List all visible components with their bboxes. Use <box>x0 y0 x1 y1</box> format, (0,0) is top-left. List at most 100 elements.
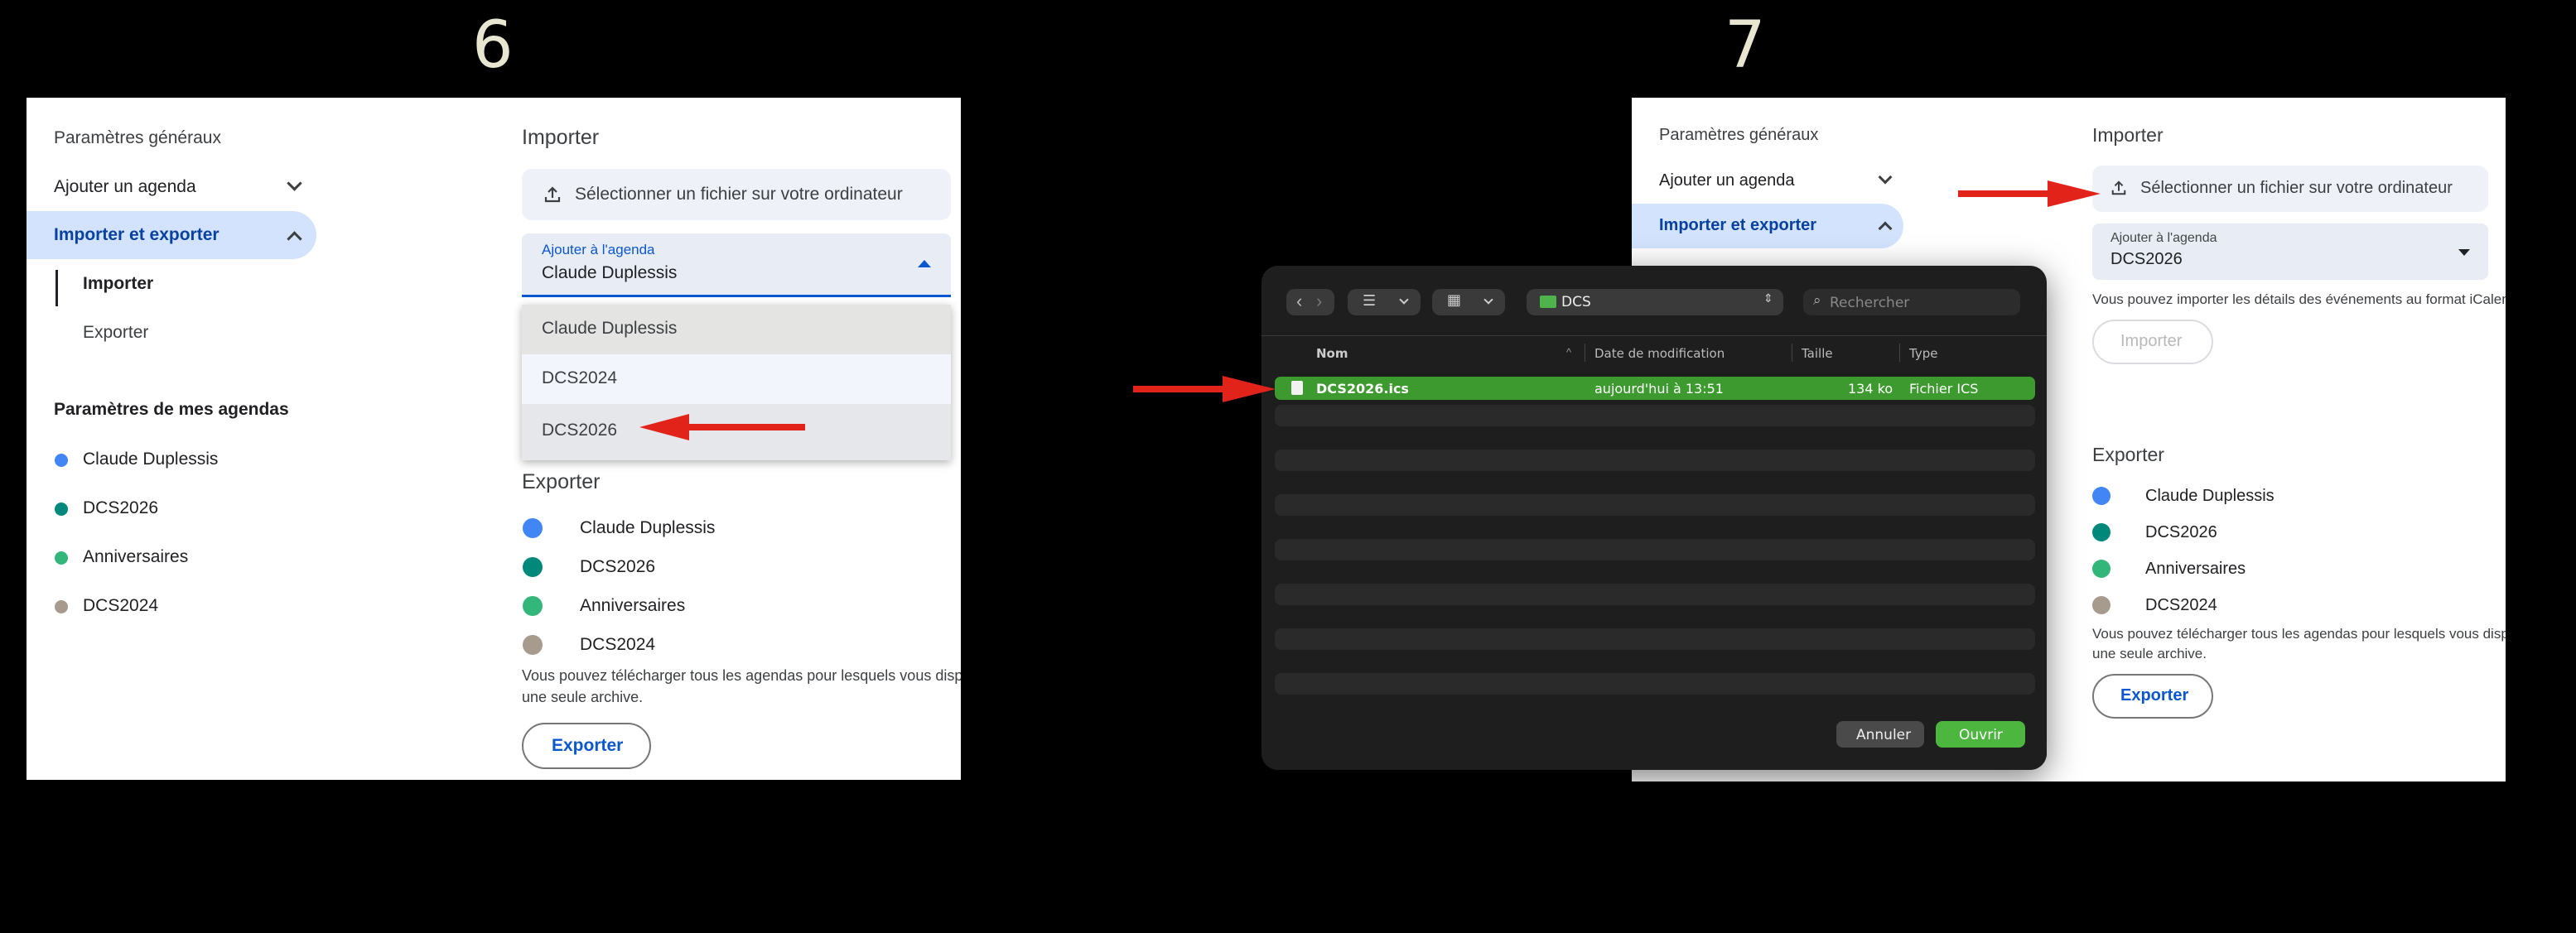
export-note: Vous pouvez télécharger tous les agendas… <box>2092 626 2506 642</box>
red-arrow-icon <box>639 414 805 440</box>
export-note: Vous pouvez télécharger tous les agendas… <box>522 667 961 684</box>
empty-row <box>1275 673 2035 695</box>
folder-name: DCS <box>1561 294 1591 310</box>
column-header-modified[interactable]: Date de modification <box>1594 346 1725 361</box>
export-calendar-claude[interactable]: Claude Duplessis <box>2145 487 2275 506</box>
calendar-select[interactable]: Ajouter à l'agenda DCS2026 <box>2092 224 2488 280</box>
grid-view-button[interactable]: ▦ <box>1432 289 1505 315</box>
step-number-6: 6 <box>472 8 514 83</box>
cancel-button[interactable]: Annuler <box>1836 721 1924 748</box>
red-arrow-icon <box>1133 376 1276 402</box>
export-calendar-anniversaires[interactable]: Anniversaires <box>2145 560 2246 579</box>
export-calendar-dcs2024[interactable]: DCS2024 <box>580 635 655 655</box>
back-forward-buttons[interactable]: ‹ › <box>1286 289 1334 315</box>
calendar-color-dot <box>2092 523 2110 541</box>
calendar-color-dot <box>523 596 543 616</box>
list-icon: ☰ <box>1363 292 1377 309</box>
sort-chevron-icon: ^ <box>1566 346 1572 358</box>
nav-add-calendar[interactable]: Ajouter un agenda <box>1659 171 1794 190</box>
chevron-right-icon[interactable]: › <box>1316 291 1322 312</box>
export-calendar-dcs2024[interactable]: DCS2024 <box>2145 596 2217 615</box>
nav-import[interactable]: Importer <box>83 274 153 294</box>
calendar-color-dot <box>2092 560 2110 578</box>
column-header-name[interactable]: Nom <box>1316 346 1348 361</box>
column-divider <box>1899 344 1900 362</box>
empty-row <box>1275 450 2035 471</box>
dropdown-option-dcs2024[interactable]: DCS2024 <box>522 354 951 404</box>
folder-location-popup[interactable]: DCS ⇕ <box>1527 289 1783 315</box>
select-file-button[interactable]: Sélectionner un fichier sur votre ordina… <box>2092 166 2488 212</box>
export-calendar-anniversaires[interactable]: Anniversaires <box>580 596 685 616</box>
nav-general-settings[interactable]: Paramètres généraux <box>54 128 221 148</box>
caret-down-icon <box>2458 249 2470 256</box>
open-button[interactable]: Ouvrir <box>1936 721 2025 748</box>
calendar-color-dot <box>523 518 543 538</box>
sidebar-calendar-anniversaires[interactable]: Anniversaires <box>83 547 188 567</box>
active-indicator <box>55 270 58 306</box>
grid-icon: ▦ <box>1447 291 1462 308</box>
dropdown-option-claude[interactable]: Claude Duplessis <box>522 305 951 354</box>
dropdown-option-label: DCS2026 <box>542 421 618 440</box>
red-arrow-icon <box>1958 180 2101 207</box>
sidebar-calendar-claude[interactable]: Claude Duplessis <box>83 450 218 469</box>
import-button-label: Importer <box>2120 332 2183 350</box>
export-calendar-dcs2026[interactable]: DCS2026 <box>580 557 655 577</box>
file-open-dialog: ‹ › ☰ ▦ DCS ⇕ ⌕ Rechercher Nom ^ Date de… <box>1261 266 2047 770</box>
empty-row <box>1275 539 2035 560</box>
chevron-left-icon[interactable]: ‹ <box>1296 291 1302 312</box>
select-file-label: Sélectionner un fichier sur votre ordina… <box>2140 179 2453 197</box>
calendar-select-label: Ajouter à l'agenda <box>2110 231 2217 245</box>
calendar-color-dot <box>523 557 543 577</box>
file-size: 134 ko <box>1848 381 1893 397</box>
calendar-color-dot <box>55 551 68 565</box>
column-header-type[interactable]: Type <box>1909 346 1937 361</box>
chevron-down-icon <box>287 176 302 191</box>
calendar-color-dot <box>55 503 68 516</box>
dropdown-option-label: DCS2024 <box>542 368 618 387</box>
settings-panel-step6: Paramètres généraux Ajouter un agenda Im… <box>27 98 961 780</box>
chevron-down-icon <box>1878 170 1893 185</box>
export-note-2: une seule archive. <box>2092 646 2207 661</box>
dropdown-option-label: Claude Duplessis <box>542 319 678 338</box>
nav-add-calendar[interactable]: Ajouter un agenda <box>54 177 196 197</box>
calendar-select-value: Claude Duplessis <box>542 263 678 282</box>
document-icon <box>1291 381 1303 395</box>
file-row-selected[interactable]: DCS2026.ics aujourd'hui à 13:51 134 ko F… <box>1275 377 2035 400</box>
import-heading: Importer <box>522 126 600 149</box>
chevron-down-icon <box>1483 295 1493 305</box>
export-heading: Exporter <box>2092 444 2164 465</box>
import-note: Vous pouvez importer les détails des évé… <box>2092 291 2506 307</box>
select-file-label: Sélectionner un fichier sur votre ordina… <box>575 185 903 204</box>
nav-import-export-label: Importer et exporter <box>54 225 219 244</box>
sidebar-calendar-dcs2026[interactable]: DCS2026 <box>83 498 158 518</box>
export-button[interactable]: Exporter <box>522 723 651 769</box>
nav-export[interactable]: Exporter <box>83 323 148 343</box>
my-calendars-heading: Paramètres de mes agendas <box>54 400 289 419</box>
calendar-color-dot <box>2092 596 2110 614</box>
cancel-button-label: Annuler <box>1856 727 1912 743</box>
upload-icon <box>544 186 561 203</box>
search-placeholder: Rechercher <box>1830 295 1910 311</box>
empty-row <box>1275 584 2035 605</box>
export-calendar-dcs2026[interactable]: DCS2026 <box>2145 523 2217 542</box>
import-button[interactable]: Importer <box>2092 320 2213 364</box>
file-name: DCS2026.ics <box>1316 381 1409 397</box>
calendar-select-value: DCS2026 <box>2110 250 2183 268</box>
nav-import-export-label: Importer et exporter <box>1659 216 1817 234</box>
export-calendar-claude[interactable]: Claude Duplessis <box>580 518 715 538</box>
folder-icon <box>1540 296 1556 308</box>
export-button[interactable]: Exporter <box>2092 674 2213 719</box>
search-field[interactable]: ⌕ Rechercher <box>1803 289 2020 315</box>
calendar-select[interactable]: Ajouter à l'agenda Claude Duplessis <box>522 233 951 297</box>
sidebar-calendar-dcs2024[interactable]: DCS2024 <box>83 596 158 616</box>
list-view-button[interactable]: ☰ <box>1348 289 1421 315</box>
empty-row <box>1275 494 2035 516</box>
nav-general-settings[interactable]: Paramètres généraux <box>1659 126 1818 145</box>
file-modified: aujourd'hui à 13:51 <box>1594 381 1724 397</box>
select-file-button[interactable]: Sélectionner un fichier sur votre ordina… <box>522 169 951 220</box>
column-header-size[interactable]: Taille <box>1802 346 1833 361</box>
export-heading: Exporter <box>522 470 601 493</box>
calendar-color-dot <box>55 600 68 613</box>
calendar-color-dot <box>55 454 68 467</box>
export-button-label: Exporter <box>552 736 624 755</box>
